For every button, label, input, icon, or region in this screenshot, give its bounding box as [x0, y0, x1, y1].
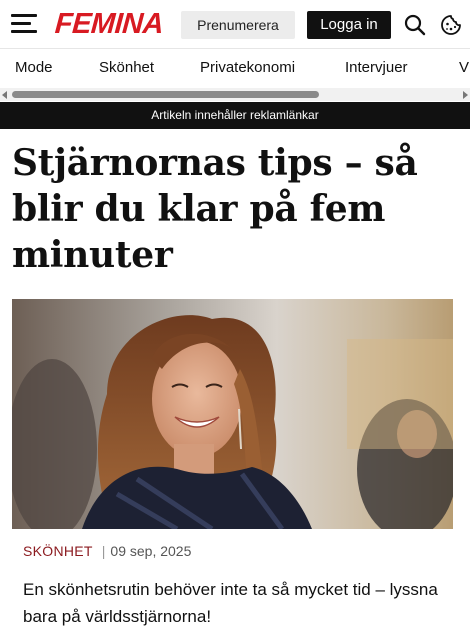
cookie-icon[interactable]: [440, 14, 462, 36]
article-meta: SKÖNHET | 09 sep, 2025: [23, 543, 191, 559]
menu-icon[interactable]: [11, 13, 37, 35]
nav-scrollbar[interactable]: [0, 88, 470, 101]
site-logo[interactable]: FEMINA: [54, 7, 165, 41]
nav-item-skonhet[interactable]: Skönhet: [99, 59, 154, 76]
site-header: FEMINA Prenumerera Logga in: [0, 0, 470, 48]
scroll-left-arrow-icon[interactable]: [2, 91, 7, 99]
nav-item-mode[interactable]: Mode: [15, 59, 53, 76]
nav-item-intervjuer[interactable]: Intervjuer: [345, 59, 408, 76]
article-hero-image: [12, 299, 453, 529]
nav-item-truncated[interactable]: V: [459, 59, 469, 76]
login-button[interactable]: Logga in: [307, 11, 391, 39]
subscribe-button[interactable]: Prenumerera: [181, 11, 295, 39]
scroll-right-arrow-icon[interactable]: [463, 91, 468, 99]
category-nav: Mode Skönhet Privatekonomi Intervjuer V: [0, 48, 470, 88]
next-paragraph-fragment: [23, 630, 453, 637]
hero-photo-illustration: [12, 299, 453, 529]
nav-item-privatekonomi[interactable]: Privatekonomi: [200, 59, 295, 76]
search-icon[interactable]: [404, 14, 426, 36]
meta-separator: |: [101, 543, 106, 559]
category-link[interactable]: SKÖNHET: [23, 543, 93, 559]
ad-notice-banner: Artikeln innehåller reklamlänkar: [0, 102, 470, 129]
scrollbar-thumb[interactable]: [12, 91, 319, 98]
article-title: Stjärnornas tips – så blir du klar på fe…: [12, 142, 418, 276]
article-lead: En skönhetsrutin behöver inte ta så myck…: [23, 580, 438, 626]
publish-date: 09 sep, 2025: [110, 543, 192, 559]
